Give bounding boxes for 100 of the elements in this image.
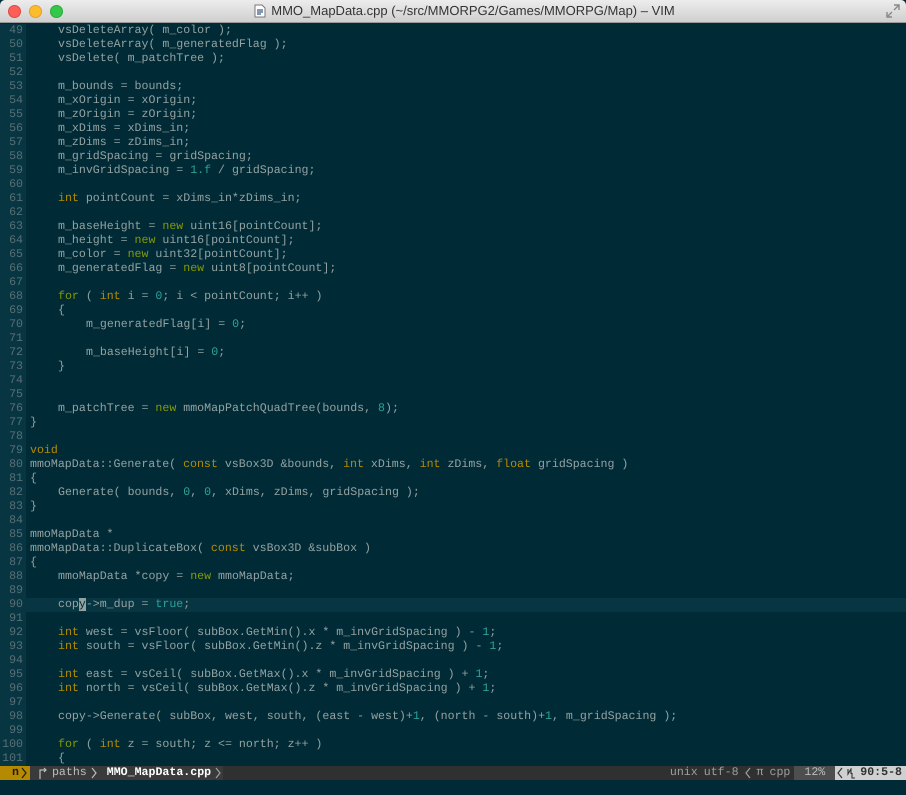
window-title: MMO_MapData.cpp (~/src/MMORPG2/Games/MMORPG/Map) – VIM xyxy=(271,2,675,20)
line-number: 91 xyxy=(0,612,26,626)
separator-icon xyxy=(744,766,751,780)
line-number: 52 xyxy=(0,66,26,80)
code-line: mmoMapData::Generate( const vsBox3D &bounds, int xDims, int zDims, float gridSpacing ) xyxy=(30,458,628,471)
code-line: m_patchTree = new mmoMapPatchQuadTree(bounds, 8); xyxy=(58,402,399,415)
line-number: 53 xyxy=(0,80,26,94)
code-line: } xyxy=(30,416,37,429)
line-number: 98 xyxy=(0,710,26,724)
line-number: 64 xyxy=(0,234,26,248)
separator-icon xyxy=(20,766,27,780)
mode-indicator: n xyxy=(12,766,19,780)
line-number: 88 xyxy=(0,570,26,584)
line-number: 93 xyxy=(0,640,26,654)
line-number: 89 xyxy=(0,584,26,598)
line-number: 70 xyxy=(0,318,26,332)
file-name: MMO_MapData.cpp xyxy=(106,766,212,780)
separator-icon xyxy=(215,766,222,780)
line-number: 59 xyxy=(0,164,26,178)
line-number: 61 xyxy=(0,192,26,206)
line-number: 77 xyxy=(0,416,26,430)
code-line: copy->Generate( subBox, west, south, (east - west)+1, (north - south)+1, m_gridSpacing ); xyxy=(58,710,678,723)
line-number: 67 xyxy=(0,276,26,290)
filetype-symbol: π xyxy=(756,766,764,780)
line-number: 85 xyxy=(0,528,26,542)
code-line: for ( int z = south; z <= north; z++ ) xyxy=(58,738,322,751)
line-number: 58 xyxy=(0,150,26,164)
code-line: mmoMapData::DuplicateBox( const vsBox3D &subBox ) xyxy=(30,542,371,555)
line-number: 83 xyxy=(0,500,26,514)
file-format: unix xyxy=(670,766,698,780)
line-number: 63 xyxy=(0,220,26,234)
line-number: 66 xyxy=(0,262,26,276)
code-line: { xyxy=(58,752,65,765)
code-line: m_baseHeight[i] = 0; xyxy=(86,346,226,359)
line-number: 87 xyxy=(0,556,26,570)
line-number: 82 xyxy=(0,486,26,500)
line-number: 60 xyxy=(0,178,26,192)
code-line: m_zDims = zDims_in; xyxy=(58,136,190,149)
code-line: Generate( bounds, 0, 0, xDims, zDims, gridSpacing ); xyxy=(58,486,420,499)
line-number: 101 xyxy=(0,752,26,766)
code-line: mmoMapData * xyxy=(30,528,114,541)
code-line: m_zOrigin = zOrigin; xyxy=(58,108,198,121)
code-line: int south = vsFloor( subBox.GetMin().z * m_invGridSpacing ) - 1; xyxy=(58,640,504,653)
line-number: 92 xyxy=(0,626,26,640)
code-line: } xyxy=(30,500,37,513)
code-line: m_xOrigin = xOrigin; xyxy=(58,94,198,107)
line-number: 71 xyxy=(0,332,26,346)
line-number: 65 xyxy=(0,248,26,262)
line-number: 95 xyxy=(0,668,26,682)
line-number: 79 xyxy=(0,444,26,458)
line-number: 51 xyxy=(0,52,26,66)
line-number: 84 xyxy=(0,514,26,528)
code-line: m_color = new uint32[pointCount]; xyxy=(58,248,288,261)
line-number: 73 xyxy=(0,360,26,374)
file-encoding: utf-8 xyxy=(704,766,739,780)
line-number: 76 xyxy=(0,402,26,416)
code-line: { xyxy=(58,304,65,317)
line-number: 80 xyxy=(0,458,26,472)
line-number: 68 xyxy=(0,290,26,304)
scroll-percent: 12% xyxy=(804,766,826,780)
close-icon[interactable] xyxy=(8,4,21,18)
code-line: m_height = new uint16[pointCount]; xyxy=(58,234,295,247)
line-number: 81 xyxy=(0,472,26,486)
line-number: 49 xyxy=(0,24,26,38)
branch-name: paths xyxy=(52,766,87,780)
line-number: 100 xyxy=(0,738,26,752)
fullscreen-icon[interactable] xyxy=(886,4,900,18)
code-line: m_generatedFlag = new uint8[pointCount]; xyxy=(58,262,336,275)
code-line: int west = vsFloor( subBox.GetMin().x * m_invGridSpacing ) - 1; xyxy=(58,626,496,639)
code-line: copy->m_dup = true; xyxy=(58,598,190,611)
document-icon xyxy=(254,4,266,18)
line-number: 74 xyxy=(0,374,26,388)
branch-icon xyxy=(38,767,48,779)
line-number: 56 xyxy=(0,122,26,136)
code-line: { xyxy=(30,556,37,569)
line-number: 62 xyxy=(0,206,26,220)
zoom-icon[interactable] xyxy=(50,4,63,18)
line-number: 55 xyxy=(0,108,26,122)
code-line: m_invGridSpacing = 1.f / gridSpacing; xyxy=(58,164,316,177)
code-line: int pointCount = xDims_in*zDims_in; xyxy=(58,192,302,205)
code-line: void xyxy=(30,444,58,457)
code-line: { xyxy=(30,472,37,485)
line-number: 72 xyxy=(0,346,26,360)
code-line: for ( int i = 0; i < pointCount; i++ ) xyxy=(58,290,322,303)
code-line: m_generatedFlag[i] = 0; xyxy=(86,318,246,331)
line-number: 69 xyxy=(0,304,26,318)
line-number: 50 xyxy=(0,38,26,52)
minimize-icon[interactable] xyxy=(29,4,42,18)
line-number: 94 xyxy=(0,654,26,668)
line-number: 75 xyxy=(0,388,26,402)
code-line: mmoMapData *copy = new mmoMapData; xyxy=(58,570,295,583)
line-number: 54 xyxy=(0,94,26,108)
code-line: m_xDims = xDims_in; xyxy=(58,122,190,135)
code-line: vsDeleteArray( m_generatedFlag ); xyxy=(58,38,288,51)
line-number: 78 xyxy=(0,430,26,444)
separator-icon xyxy=(90,766,97,780)
line-number: 86 xyxy=(0,542,26,556)
cursor-position: 90:5-8 xyxy=(860,766,902,780)
line-number: 97 xyxy=(0,696,26,710)
line-number-icon xyxy=(847,768,856,778)
